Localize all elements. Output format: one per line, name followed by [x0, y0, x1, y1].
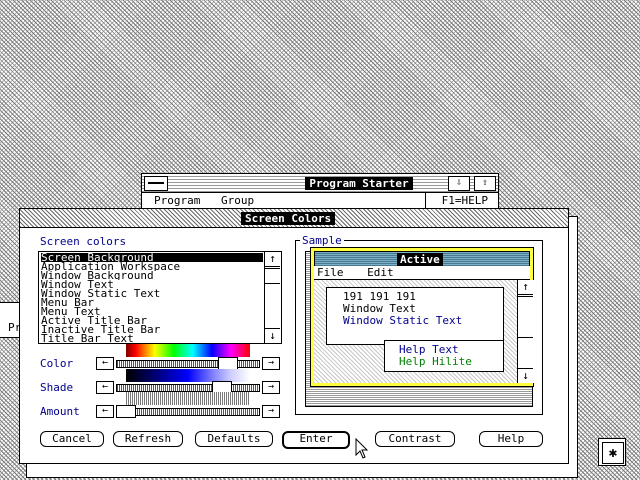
refresh-button[interactable]: Refresh [113, 431, 183, 447]
star-icon: ✱ [602, 442, 624, 464]
cancel-button[interactable]: Cancel [40, 431, 104, 447]
amount-label: Amount [40, 405, 80, 418]
sample-label: Sample [300, 234, 344, 247]
amount-right-arrow-icon[interactable]: → [262, 405, 280, 418]
sample-menu-edit: Edit [367, 266, 394, 279]
defaults-button[interactable]: Defaults [195, 431, 273, 447]
screen-element-list[interactable]: Screen Background Application Workspace … [38, 251, 282, 344]
shade-track[interactable] [116, 384, 260, 392]
sample-client-area: 191 191 191 Window Text Window Static Te… [314, 280, 534, 383]
list-item[interactable]: Menu Bar [41, 298, 263, 307]
dialog-title-bar[interactable]: Screen Colors [20, 209, 568, 228]
color-slider[interactable]: ← → [96, 357, 280, 370]
program-starter-window: Program Starter ⇩ ⇧ Program Group F1=HEL… [141, 173, 499, 211]
amount-track[interactable] [116, 408, 260, 416]
list-item[interactable]: Window Background [41, 271, 263, 280]
scroll-up-icon[interactable]: ↑ [265, 252, 280, 267]
enter-button[interactable]: Enter [282, 431, 350, 449]
color-spectrum [126, 344, 250, 357]
list-item[interactable]: Menu Text [41, 307, 263, 316]
maximize-arrow-icon[interactable]: ⇧ [474, 176, 496, 191]
screen-colors-dialog: Screen Colors Screen colors Screen Backg… [19, 208, 569, 464]
list-item[interactable]: Active Title Bar [41, 316, 263, 325]
dialog-title: Screen Colors [241, 212, 336, 225]
scroll-down-icon[interactable]: ↓ [265, 328, 280, 343]
sample-menu-file: File [317, 266, 344, 279]
list-scrollbar[interactable]: ↑ ↓ [264, 252, 281, 343]
amount-left-arrow-icon[interactable]: ← [96, 405, 114, 418]
help-hint[interactable]: F1=HELP [442, 194, 488, 207]
sample-scroll-up-icon: ↑ [518, 280, 533, 295]
color-left-arrow-icon[interactable]: ← [96, 357, 114, 370]
amount-thumb[interactable] [116, 405, 136, 418]
system-menu-icon[interactable] [144, 176, 168, 191]
help-button[interactable]: Help [479, 431, 543, 447]
sample-help-hilite: Help Hilite [399, 355, 472, 368]
sample-scroll-down-icon: ↓ [518, 368, 533, 383]
mouse-cursor-icon [355, 438, 369, 459]
list-item[interactable]: Application Workspace [41, 262, 263, 271]
program-starter-title-bar[interactable]: Program Starter ⇩ ⇧ [142, 174, 498, 193]
screen-colors-label: Screen colors [40, 235, 127, 248]
sample-menu-bar: File Edit [314, 266, 530, 280]
amount-slider[interactable]: ← → [96, 405, 280, 418]
color-label: Color [40, 357, 74, 370]
program-starter-title: Program Starter [248, 177, 470, 190]
menu-program[interactable]: Program [154, 194, 200, 207]
sample-scrollbar: ↑ ↓ [517, 280, 534, 383]
shade-left-arrow-icon[interactable]: ← [96, 381, 114, 394]
sample-active-window[interactable]: Active File Edit 191 191 191 Window Text… [310, 247, 534, 387]
color-track[interactable] [116, 360, 260, 368]
shade-label: Shade [40, 381, 74, 394]
sample-help-box: Help Text Help Hilite [384, 340, 504, 372]
list-item[interactable]: Title Bar Text [41, 334, 263, 343]
scroll-thumb[interactable] [265, 268, 280, 284]
minimized-app-icon[interactable]: ✱ [598, 438, 626, 466]
list-item[interactable]: Inactive Title Bar [41, 325, 263, 334]
color-right-arrow-icon[interactable]: → [262, 357, 280, 370]
sample-scroll-thumb [518, 296, 533, 338]
menu-group[interactable]: Group [221, 194, 254, 207]
list-item[interactable]: Window Static Text [41, 289, 263, 298]
contrast-button[interactable]: Contrast [375, 431, 455, 447]
sample-window-static-text: Window Static Text [343, 314, 463, 327]
background-window[interactable]: Pr [0, 302, 21, 338]
list-item[interactable]: Screen Background [41, 253, 263, 262]
sample-window: 191 191 191 Window Text Window Static Te… [326, 287, 504, 345]
sample-title-bar: Active [314, 251, 530, 267]
sample-active-title: Active [397, 253, 443, 266]
list-item[interactable]: Window Text [41, 280, 263, 289]
shade-right-arrow-icon[interactable]: → [262, 381, 280, 394]
minimize-arrow-icon[interactable]: ⇩ [448, 176, 470, 191]
amount-pattern [126, 392, 250, 405]
